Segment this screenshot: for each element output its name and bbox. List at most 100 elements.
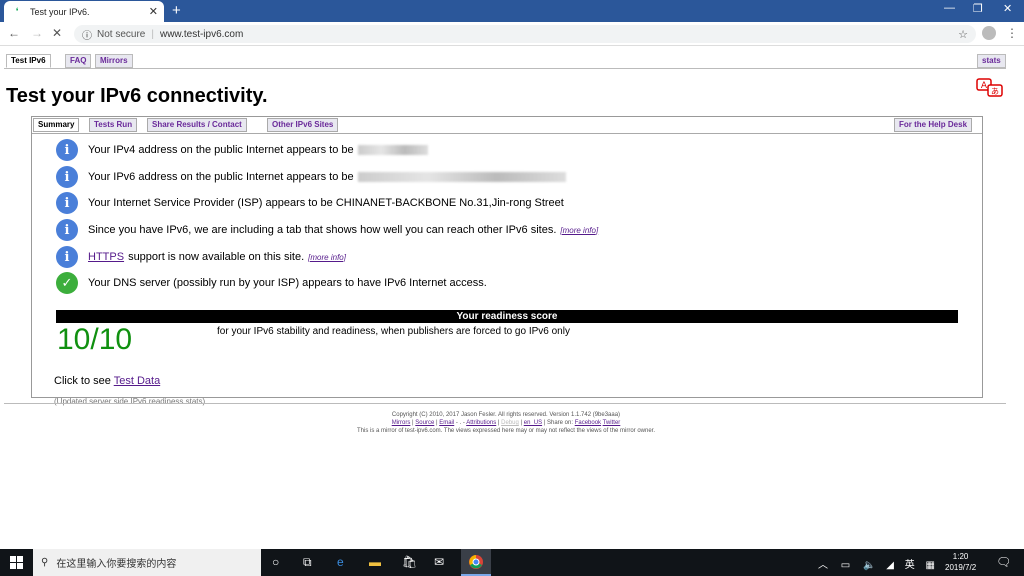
security-label: Not secure xyxy=(97,28,146,40)
footer-link-source[interactable]: Source xyxy=(415,420,434,426)
footer-link-debug[interactable]: Debug xyxy=(501,420,519,426)
close-tab-icon[interactable]: ✕ xyxy=(149,5,158,18)
browser-titlebar: ❛ Test your IPv6. ✕ + — ❐ ✕ xyxy=(0,0,1024,22)
tab-test-ipv6[interactable]: Test IPv6 xyxy=(6,54,51,68)
browser-menu-icon[interactable]: ⋮ xyxy=(1006,26,1018,40)
more-info-link[interactable]: [more info] xyxy=(560,226,598,235)
svg-text:あ: あ xyxy=(991,87,999,96)
edge-icon[interactable]: e xyxy=(337,555,344,569)
https-link[interactable]: HTTPS xyxy=(88,251,124,263)
address-bar-area: ← → ✕ ⓘ Not secure | www.test-ipv6.com ☆ xyxy=(0,22,1024,46)
store-icon[interactable]: 🛍 xyxy=(402,555,417,569)
notifications-icon[interactable]: 🗨 xyxy=(996,555,1011,569)
tab-tests-run[interactable]: Tests Run xyxy=(89,118,138,132)
translate-icon[interactable]: A あ xyxy=(976,78,1004,98)
https-text: support is now available on this site. xyxy=(128,251,305,263)
system-tray: ︿ ▭ 🔈 ◢ 英 ▦ xyxy=(818,556,935,571)
score-header: Your readiness score xyxy=(56,310,958,323)
footer-link-email[interactable]: Email xyxy=(439,420,454,426)
footer-links: Mirrors | Source | Email - . - Attributi… xyxy=(391,420,621,426)
score-value: 10/10 xyxy=(57,323,133,356)
ipv4-row: i Your IPv4 address on the public Intern… xyxy=(56,139,428,161)
tab-other-ipv6-sites[interactable]: Other IPv6 Sites xyxy=(267,118,339,132)
ipv6-row: i Your IPv6 address on the public Intern… xyxy=(56,166,566,188)
tab-stats[interactable]: stats xyxy=(977,54,1006,68)
task-view-icon[interactable]: ⧉ xyxy=(303,555,312,570)
test-data-link[interactable]: Test Data xyxy=(114,375,160,387)
footer-link-mirrors[interactable]: Mirrors xyxy=(392,420,411,426)
battery-icon[interactable]: ▭ xyxy=(841,560,850,571)
back-icon[interactable]: ← xyxy=(8,26,20,40)
separator: | xyxy=(151,28,154,40)
more-info-link[interactable]: [more info] xyxy=(308,253,346,262)
windows-start-icon[interactable] xyxy=(10,556,23,569)
ime-indicator[interactable]: 英 xyxy=(905,560,915,571)
tab-faq[interactable]: FAQ xyxy=(65,54,92,68)
results-panel: Summary Tests Run Share Results / Contac… xyxy=(31,116,983,406)
footer-link-locale[interactable]: en_US xyxy=(524,420,542,426)
stop-icon[interactable]: ✕ xyxy=(52,26,62,40)
new-tab-button[interactable]: + xyxy=(172,2,181,19)
volume-icon[interactable]: 🔈 xyxy=(863,560,875,571)
footer-link-twitter[interactable]: Twitter xyxy=(603,420,621,426)
click-to-see-label: Click to see xyxy=(54,375,111,387)
close-window-icon[interactable]: ✕ xyxy=(1003,2,1012,15)
search-placeholder: 在这里输入你要搜索的内容 xyxy=(56,559,177,570)
ime-mode-icon[interactable]: ▦ xyxy=(926,560,935,571)
tab-note-row: i Since you have IPv6, we are including … xyxy=(56,219,598,241)
check-icon: ✓ xyxy=(56,272,78,294)
ipv6-text: Your IPv6 address on the public Internet… xyxy=(88,171,354,183)
redacted-ipv6 xyxy=(357,172,566,182)
tab-divider xyxy=(4,68,1006,69)
footer: Copyright (C) 2010, 2017 Jason Fesler. A… xyxy=(0,411,1012,435)
chrome-icon xyxy=(469,555,483,569)
clock-date: 2019/7/2 xyxy=(945,563,977,572)
maximize-icon[interactable]: ❐ xyxy=(973,2,983,15)
tab-help-desk[interactable]: For the Help Desk xyxy=(894,118,973,132)
info-icon: i xyxy=(56,139,78,161)
panel-tab-divider xyxy=(32,133,982,134)
minimize-icon[interactable]: — xyxy=(944,2,955,14)
file-explorer-icon[interactable]: ▬ xyxy=(369,555,381,569)
mail-icon[interactable]: ✉ xyxy=(434,555,444,569)
dns-row: ✓ Your DNS server (possibly run by your … xyxy=(56,272,487,294)
score-description: for your IPv6 stability and readiness, w… xyxy=(217,326,570,337)
tab-summary[interactable]: Summary xyxy=(33,118,80,132)
profile-avatar-icon[interactable] xyxy=(982,26,996,40)
mirror-note: This is a mirror of test-ipv6.com. The v… xyxy=(357,428,655,434)
ipv4-text: Your IPv4 address on the public Internet… xyxy=(88,144,354,156)
omnibox[interactable]: ⓘ Not secure | www.test-ipv6.com ☆ xyxy=(74,25,976,43)
web-page: Test IPv6 FAQ Mirrors stats Test your IP… xyxy=(0,47,1024,549)
info-icon[interactable]: ⓘ xyxy=(82,27,92,42)
info-icon: i xyxy=(56,219,78,241)
forward-icon[interactable]: → xyxy=(31,26,43,40)
favicon-icon: ❛ xyxy=(15,6,19,16)
footer-link-facebook[interactable]: Facebook xyxy=(575,420,601,426)
url-text: www.test-ipv6.com xyxy=(159,28,244,40)
footer-link-attributions[interactable]: Attributions xyxy=(466,420,496,426)
network-icon[interactable]: ◢ xyxy=(886,560,894,571)
bookmark-star-icon[interactable]: ☆ xyxy=(958,28,968,41)
show-hidden-icons-icon[interactable]: ︿ xyxy=(818,560,828,571)
taskbar-clock[interactable]: 1:20 2019/7/2 xyxy=(945,551,976,573)
tab-share-results[interactable]: Share Results / Contact xyxy=(147,118,247,132)
info-icon: i xyxy=(56,166,78,188)
search-icon: ⚲ xyxy=(41,557,49,568)
windows-taskbar: ⚲ 在这里输入你要搜索的内容 ○ ⧉ e ▬ 🛍 ✉ ︿ ▭ 🔈 ◢ 英 ▦ 1… xyxy=(0,549,1024,576)
footer-divider xyxy=(4,403,1006,404)
svg-text:A: A xyxy=(981,81,988,91)
chrome-taskbar-button[interactable] xyxy=(461,549,491,576)
updated-note: (Updated server side IPv6 readiness stat… xyxy=(54,397,206,406)
taskbar-search-box[interactable]: ⚲ 在这里输入你要搜索的内容 xyxy=(33,549,261,576)
tab-note-text: Since you have IPv6, we are including a … xyxy=(88,224,557,236)
tab-mirrors[interactable]: Mirrors xyxy=(95,54,133,68)
share-on-label: Share on: xyxy=(547,420,574,426)
browser-tab[interactable]: ❛ Test your IPv6. ✕ xyxy=(4,1,164,22)
https-row: i HTTPS support is now available on this… xyxy=(56,246,346,268)
info-icon: i xyxy=(56,192,78,214)
tab-title: Test your IPv6. xyxy=(30,6,90,17)
cortana-icon[interactable]: ○ xyxy=(272,555,279,569)
copyright-line: Copyright (C) 2010, 2017 Jason Fesler. A… xyxy=(391,412,621,418)
redacted-ipv4 xyxy=(357,145,428,155)
dns-text: Your DNS server (possibly run by your IS… xyxy=(88,277,487,289)
